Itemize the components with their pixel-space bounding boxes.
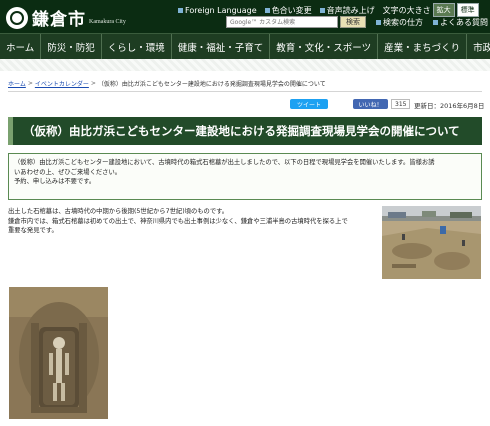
decorative-band [0, 59, 490, 71]
body-line: 鎌倉市内では、箱式石棺墓は初めての出土で、神奈川県内でも出土事例は少なく、鎌倉や… [8, 217, 348, 225]
body-line: 重要な発見です。 [8, 227, 58, 234]
breadcrumb-separator: > [27, 80, 33, 87]
utility-links-row: Foreign Language 色合い変更 音声読み上げ 文字の大きさ 拡大 … [178, 3, 487, 17]
tweet-label: ツイート [296, 101, 321, 109]
breadcrumb-event-calendar-link[interactable]: イベントカレンダー [35, 79, 89, 88]
page-title: （仮称）由比ガ浜こどもセンター建設地における発掘調査現場見学会の開催について [23, 124, 460, 138]
like-count: 315 [391, 99, 411, 109]
nav-item-disaster-crime[interactable]: 防災・防犯 [41, 34, 102, 59]
text-size-standard-button[interactable]: 標準 [456, 3, 479, 17]
search-row: 検索 検索の仕方 よくある質問 [226, 16, 488, 28]
notice-box: （仮称）由比ガ浜こどもセンター建設地において、古墳時代の箱式石棺墓が出土しました… [8, 153, 482, 200]
nav-item-city-info[interactable]: 市政情報 [467, 34, 490, 59]
excavation-site-photo [382, 206, 481, 279]
breadcrumb: ホーム > イベントカレンダー > （仮称）由比ガ浜こどもセンター建設地における… [8, 79, 326, 88]
like-label: いいね！ [358, 101, 383, 109]
article-body: 出土した石棺墓は、古墳時代の中期から後期(5世紀から7世紀)頃のものです。 鎌倉… [8, 207, 378, 236]
city-emblem-icon [6, 6, 28, 29]
search-button[interactable]: 検索 [340, 16, 366, 28]
search-howto-link[interactable]: 検索の仕方 [376, 17, 423, 28]
search-input[interactable] [226, 16, 338, 28]
square-bullet-icon [178, 7, 183, 13]
nav-item-industry-town[interactable]: 産業・まちづくり [378, 34, 468, 59]
nav-item-education-culture[interactable]: 教育・文化・スポーツ [270, 34, 379, 59]
global-nav: ホーム 防災・防犯 くらし・環境 健康・福祉・子育て 教育・文化・スポーツ 産業… [0, 33, 490, 59]
notice-line: いあわせの上、ぜひご来場ください。 [14, 168, 122, 176]
notice-line: （仮称）由比ガ浜こどもセンター建設地において、古墳時代の箱式石棺墓が出土しました… [14, 159, 435, 166]
text-size-control: 文字の大きさ 拡大 標準 [383, 3, 479, 17]
divider [8, 91, 482, 92]
site-logo[interactable]: 鎌倉市 Kamakura City [6, 5, 126, 30]
square-bullet-icon [433, 19, 438, 25]
read-aloud-link[interactable]: 音声読み上げ [319, 5, 375, 16]
text-size-large-button[interactable]: 拡大 [432, 3, 455, 17]
notice-line: 予約、申し込みは不要です。 [14, 178, 96, 185]
site-header: 鎌倉市 Kamakura City Foreign Language 色合い変更… [0, 0, 490, 33]
city-name-en: Kamakura City [89, 18, 126, 25]
updated-date: 更新日：2016年6月8日 [414, 102, 485, 110]
nav-item-health-welfare[interactable]: 健康・福祉・子育て [172, 34, 271, 59]
page-title-bar: （仮称）由比ガ浜こどもセンター建設地における発掘調査現場見学会の開催について [8, 117, 482, 145]
faq-link[interactable]: よくある質問 [433, 17, 488, 28]
breadcrumb-separator: > [90, 80, 96, 87]
city-name: 鎌倉市 [32, 10, 86, 30]
breadcrumb-home-link[interactable]: ホーム [8, 79, 26, 88]
stone-coffin-photo [9, 287, 108, 419]
color-change-link[interactable]: 色合い変更 [264, 5, 312, 16]
nav-item-life-environment[interactable]: くらし・環境 [102, 34, 172, 59]
square-bullet-icon [319, 7, 325, 13]
text-size-label: 文字の大きさ [382, 5, 431, 15]
tweet-button[interactable]: ツイート [290, 99, 328, 109]
square-bullet-icon [376, 19, 381, 25]
body-line: 出土した石棺墓は、古墳時代の中期から後期(5世紀から7世紀)頃のものです。 [8, 208, 229, 215]
nav-item-home[interactable]: ホーム [0, 34, 42, 59]
foreign-language-link[interactable]: Foreign Language [178, 6, 257, 15]
facebook-like-button[interactable]: いいね！ [353, 99, 388, 109]
square-bullet-icon [264, 7, 270, 13]
breadcrumb-current: （仮称）由比ガ浜こどもセンター建設地における発掘調査現場見学会の開催について [97, 81, 326, 88]
